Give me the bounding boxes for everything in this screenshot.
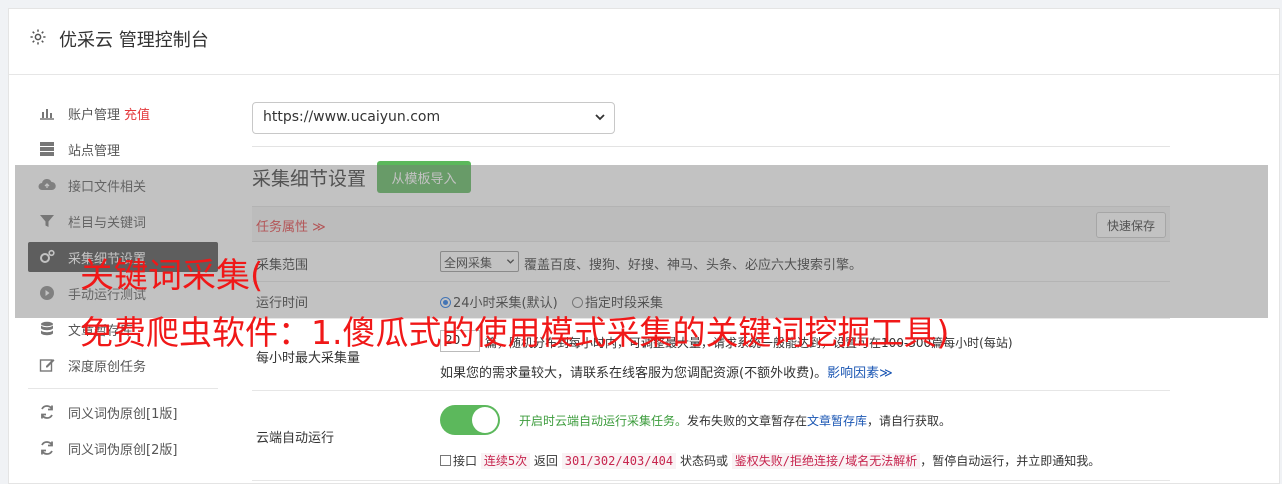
database-icon — [41, 321, 53, 336]
cloud-auto-description: 开启时云端自动运行采集任务。发布失败的文章暂存在文章暂存库，请自行获取。 — [519, 412, 951, 429]
check-mid1: 返回 — [533, 454, 558, 468]
server-icon — [40, 142, 54, 156]
sidebar-item-account[interactable]: 账户管理 充值 — [28, 98, 218, 128]
row-divider — [252, 480, 1170, 481]
site-select-value: https://www.ucaiyun.com — [263, 109, 441, 125]
row-divider — [252, 390, 1170, 391]
refresh-icon — [41, 441, 53, 455]
code-errors: 鉴权失败/拒绝连接/域名无法解析 — [731, 453, 921, 469]
sidebar-item-label: 同义词伪原创[1版] — [68, 406, 178, 422]
sidebar-item-label: 账户管理 — [68, 107, 121, 123]
sidebar-item-label: 深度原创任务 — [68, 359, 147, 375]
pause-on-error-option: 接口 连续5次 返回 301/302/403/404 状态码或 鉴权失败/拒绝连… — [440, 452, 1100, 469]
sidebar-item-synonym-v1[interactable]: 同义词伪原创[1版] — [28, 397, 218, 427]
overlay-line1: 关键词采集( — [80, 256, 264, 296]
max-per-hour-note: 如果您的需求量较大，请联系在线客服为您调配资源(不额外收费)。影响因素≫ — [440, 362, 893, 381]
sidebar-divider — [28, 388, 218, 389]
edit-icon — [39, 359, 55, 372]
check-mid2: 状态码或 — [679, 454, 728, 468]
check-tail: ，暂停自动运行，并立即通知我。 — [920, 454, 1101, 468]
pause-on-error-checkbox[interactable] — [440, 455, 451, 466]
cloud-auto-label: 云端自动运行 — [256, 431, 335, 446]
page-title: 优采云 管理控制台 — [59, 30, 209, 51]
influence-factors-link[interactable]: 影响因素≫ — [827, 366, 893, 381]
cloud-auto-toggle[interactable] — [440, 405, 500, 435]
page-header: 优采云 管理控制台 — [9, 9, 1279, 75]
sidebar-item-label: 同义词伪原创[2版] — [68, 442, 178, 458]
divider — [252, 146, 1170, 147]
max-per-hour-note-text: 如果您的需求量较大，请联系在线客服为您调配资源(不额外收费)。 — [440, 366, 828, 381]
sidebar-item-sites[interactable]: 站点管理 — [28, 134, 218, 164]
gear-icon — [30, 29, 46, 45]
check-prefix: 接口 — [453, 454, 478, 468]
cloud-auto-end-text: ，请自行获取。 — [867, 414, 952, 428]
sidebar-item-label: 站点管理 — [68, 143, 121, 159]
sidebar-item-synonym-v2[interactable]: 同义词伪原创[2版] — [28, 433, 218, 463]
overlay-line2: 免费爬虫软件：1.傻瓜式的使用模式采集的关键词挖掘工具) — [80, 313, 950, 352]
site-select[interactable]: https://www.ucaiyun.com — [252, 102, 615, 134]
code-consecutive: 连续5次 — [480, 453, 531, 469]
chevron-down-icon — [595, 114, 605, 121]
refresh-icon — [41, 405, 53, 419]
cloud-auto-green-text: 开启时云端自动运行采集任务。 — [519, 414, 688, 428]
bar-chart-icon — [40, 109, 54, 120]
code-status: 301/302/403/404 — [561, 453, 677, 469]
recharge-link[interactable]: 充值 — [124, 104, 150, 123]
cloud-auto-mid-text: 发布失败的文章暂存在 — [687, 414, 808, 428]
toggle-knob — [472, 407, 498, 433]
article-store-link[interactable]: 文章暂存库 — [807, 414, 867, 428]
sidebar-item-deep-original[interactable]: 深度原创任务 — [28, 350, 218, 380]
